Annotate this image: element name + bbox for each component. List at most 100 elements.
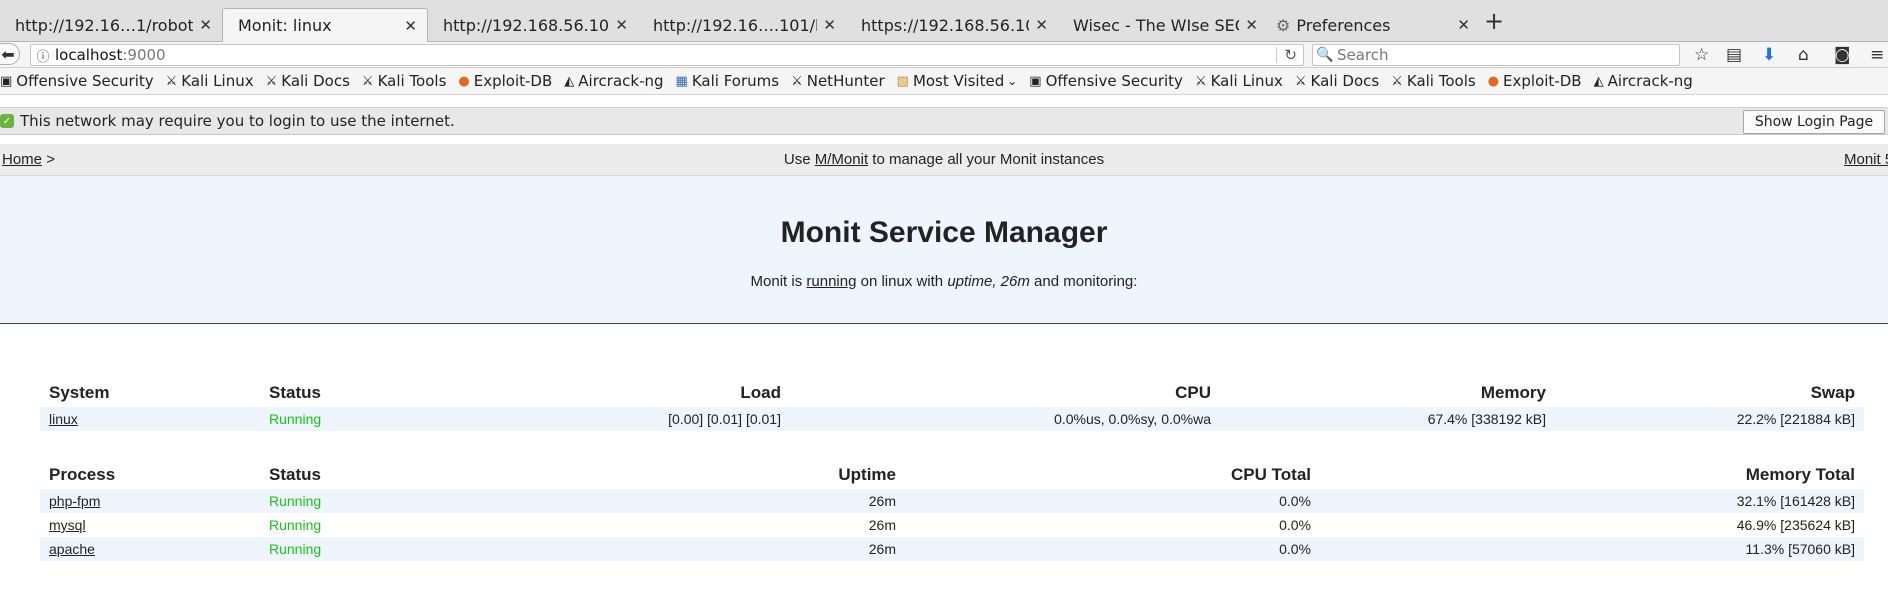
url-bar[interactable]: ⓘ localhost:9000 ↻ [30,44,1304,66]
bookmark-label: Kali Linux [1210,72,1283,90]
col-cpu-total: CPU Total [1231,465,1311,484]
bookmark-aircrack[interactable]: ◭ Aircrack-ng [564,72,663,90]
bookmark-exploit-db-2[interactable]: ● Exploit-DB [1488,72,1582,90]
close-icon[interactable]: ✕ [199,16,212,34]
kali-dragon-icon: ⚔ [1194,73,1207,89]
bookmark-kali-tools[interactable]: ⚔ Kali Tools [362,72,446,90]
tab-preferences[interactable]: ⚙ Preferences ✕ [1268,8,1480,42]
monit-header: Home > Use M/Monit to manage all your Mo… [0,144,1888,176]
navigation-toolbar: ⬅ ⓘ localhost:9000 ↻ 🔍 Search ☆ ▤ ⬇ ⌂ ◙ … [0,42,1888,68]
search-icon: 🔍 [1316,47,1334,63]
status-text: on linux with [856,273,948,290]
bookmark-label: Offensive Security [1045,72,1183,90]
bookmark-kali-forums[interactable]: ▦ Kali Forums [676,72,780,90]
kali-dragon-icon: ⚔ [361,73,374,89]
cpu-value: 0.0% [1279,517,1311,533]
bookmark-offensive-security-2[interactable]: ▣ Offensive Security [1029,72,1183,90]
bookmark-label: Aircrack-ng [1607,72,1693,90]
memory-value: 11.3% [57060 kB] [1320,537,1864,561]
tab-robots[interactable]: http://192.16…1/robots.txt ✕ [0,8,222,42]
bookmark-aircrack-2[interactable]: ◭ Aircrack-ng [1594,72,1693,90]
col-system: System [49,383,110,402]
bookmark-kali-docs[interactable]: ⚔ Kali Docs [266,72,350,90]
col-cpu: CPU [1175,383,1211,402]
bookmark-exploit-db[interactable]: ● Exploit-DB [458,72,552,90]
status-badge: Running [260,537,420,561]
uptime-value: 26m [420,489,905,513]
pocket-icon[interactable]: ◙ [1834,45,1851,65]
aircrack-icon: ◭ [1593,73,1604,89]
bookmark-kali-docs-2[interactable]: ⚔ Kali Docs [1295,72,1379,90]
close-icon[interactable]: ✕ [1245,16,1258,34]
reading-list-icon[interactable]: ▤ [1726,45,1742,65]
col-swap: Swap [1810,383,1855,402]
running-link[interactable]: running [806,273,856,290]
rss-folder-icon: ▧ [896,73,909,89]
bookmark-label: Aircrack-ng [578,72,664,90]
close-icon[interactable]: ✕ [615,16,628,34]
url-port: :9000 [122,46,166,64]
close-icon[interactable]: ✕ [823,16,836,34]
cpu-value: 0.0% [905,537,1320,561]
process-table: Process Status Uptime CPU Total Memory T… [40,461,1864,561]
status-text: Monit is [750,273,807,290]
tab-label: http://192.168.56.101/ [443,15,610,35]
wifi-login-icon: ✓ [0,114,14,128]
bookmark-label: Offensive Security [16,72,154,90]
tab-monit[interactable]: Monit: linux ✕ [222,8,428,42]
tab-label: http://192.16….101/license [653,15,818,35]
bookmark-kali-linux[interactable]: ⚔ Kali Linux [166,72,254,90]
process-link[interactable]: php-fpm [49,493,100,509]
bookmark-most-visited[interactable]: ▧ Most Visited ⌄ [897,72,1018,90]
tab-label: Preferences [1296,15,1391,35]
forums-icon: ▦ [675,73,688,89]
bookmark-offensive-security[interactable]: ▣ Offensive Security [0,72,154,90]
memory-value: 67.4% [338192 kB] [1220,407,1555,431]
home-icon[interactable]: ⌂ [1798,45,1809,65]
kali-dragon-icon: ⚔ [265,73,278,89]
close-icon[interactable]: ✕ [404,17,417,35]
mmonit-link[interactable]: M/Monit [815,151,868,168]
exploit-db-icon: ● [458,73,470,89]
captive-portal-notification: ✓ This network may require you to login … [0,107,1888,135]
promo-text: to manage all your Monit instances [868,151,1105,168]
bookmarks-toolbar: ▣ Offensive Security ⚔ Kali Linux ⚔ Kali Do… [0,68,1888,95]
cpu-value: 0.0%us, 0.0%sy, 0.0%wa [790,407,1220,431]
gear-icon: ⚙ [1276,15,1291,35]
cpu-value: 0.0% [905,489,1320,513]
notification-text: This network may require you to login to… [20,112,455,130]
tab-wisec[interactable]: Wisec - The WIse SECurity ✕ [1058,8,1268,42]
memory-value: 46.9% [235624 kB] [1736,517,1855,533]
url-host: localhost [55,46,123,64]
bookmark-label: Kali Linux [181,72,254,90]
page-title: Monit Service Manager [780,216,1108,249]
table-row: php-fpm Running 26m 0.0% 32.1% [161428 k… [40,489,1864,513]
table-header-row: Process Status Uptime CPU Total Memory T… [40,461,1864,489]
tab-https[interactable]: https://192.168.56.101/ ✕ [846,8,1058,42]
back-button[interactable]: ⬅ [0,43,20,65]
tab-host[interactable]: http://192.168.56.101/ ✕ [428,8,638,42]
status-badge: Running [260,489,420,513]
show-login-page-button[interactable]: Show Login Page [1743,110,1885,134]
process-link[interactable]: apache [49,541,95,557]
menu-icon[interactable]: ≡ [1870,45,1884,65]
bookmark-label: Most Visited [912,72,1005,90]
reload-icon[interactable]: ↻ [1284,46,1297,64]
promo-text: Use [783,151,815,168]
col-uptime: Uptime [838,465,896,484]
info-icon[interactable]: ⓘ [31,46,55,65]
new-tab-icon[interactable]: + [1484,8,1504,34]
download-icon[interactable]: ⬇ [1762,45,1776,65]
system-link[interactable]: linux [49,411,78,427]
bookmark-kali-linux-2[interactable]: ⚔ Kali Linux [1195,72,1283,90]
process-link[interactable]: mysql [49,517,86,533]
close-icon[interactable]: ✕ [1035,16,1048,34]
monit-version-link[interactable]: Monit 5 [1844,151,1888,168]
tab-license[interactable]: http://192.16….101/license ✕ [638,8,846,42]
close-icon[interactable]: ✕ [1457,16,1470,34]
bookmark-star-icon[interactable]: ☆ [1694,45,1709,65]
search-input[interactable]: 🔍 Search [1312,44,1680,66]
bookmark-kali-tools-2[interactable]: ⚔ Kali Tools [1391,72,1475,90]
bookmark-nethunter[interactable]: ⚔ NetHunter [791,72,885,90]
load-value: [0.00] [0.01] [0.01] [420,407,790,431]
